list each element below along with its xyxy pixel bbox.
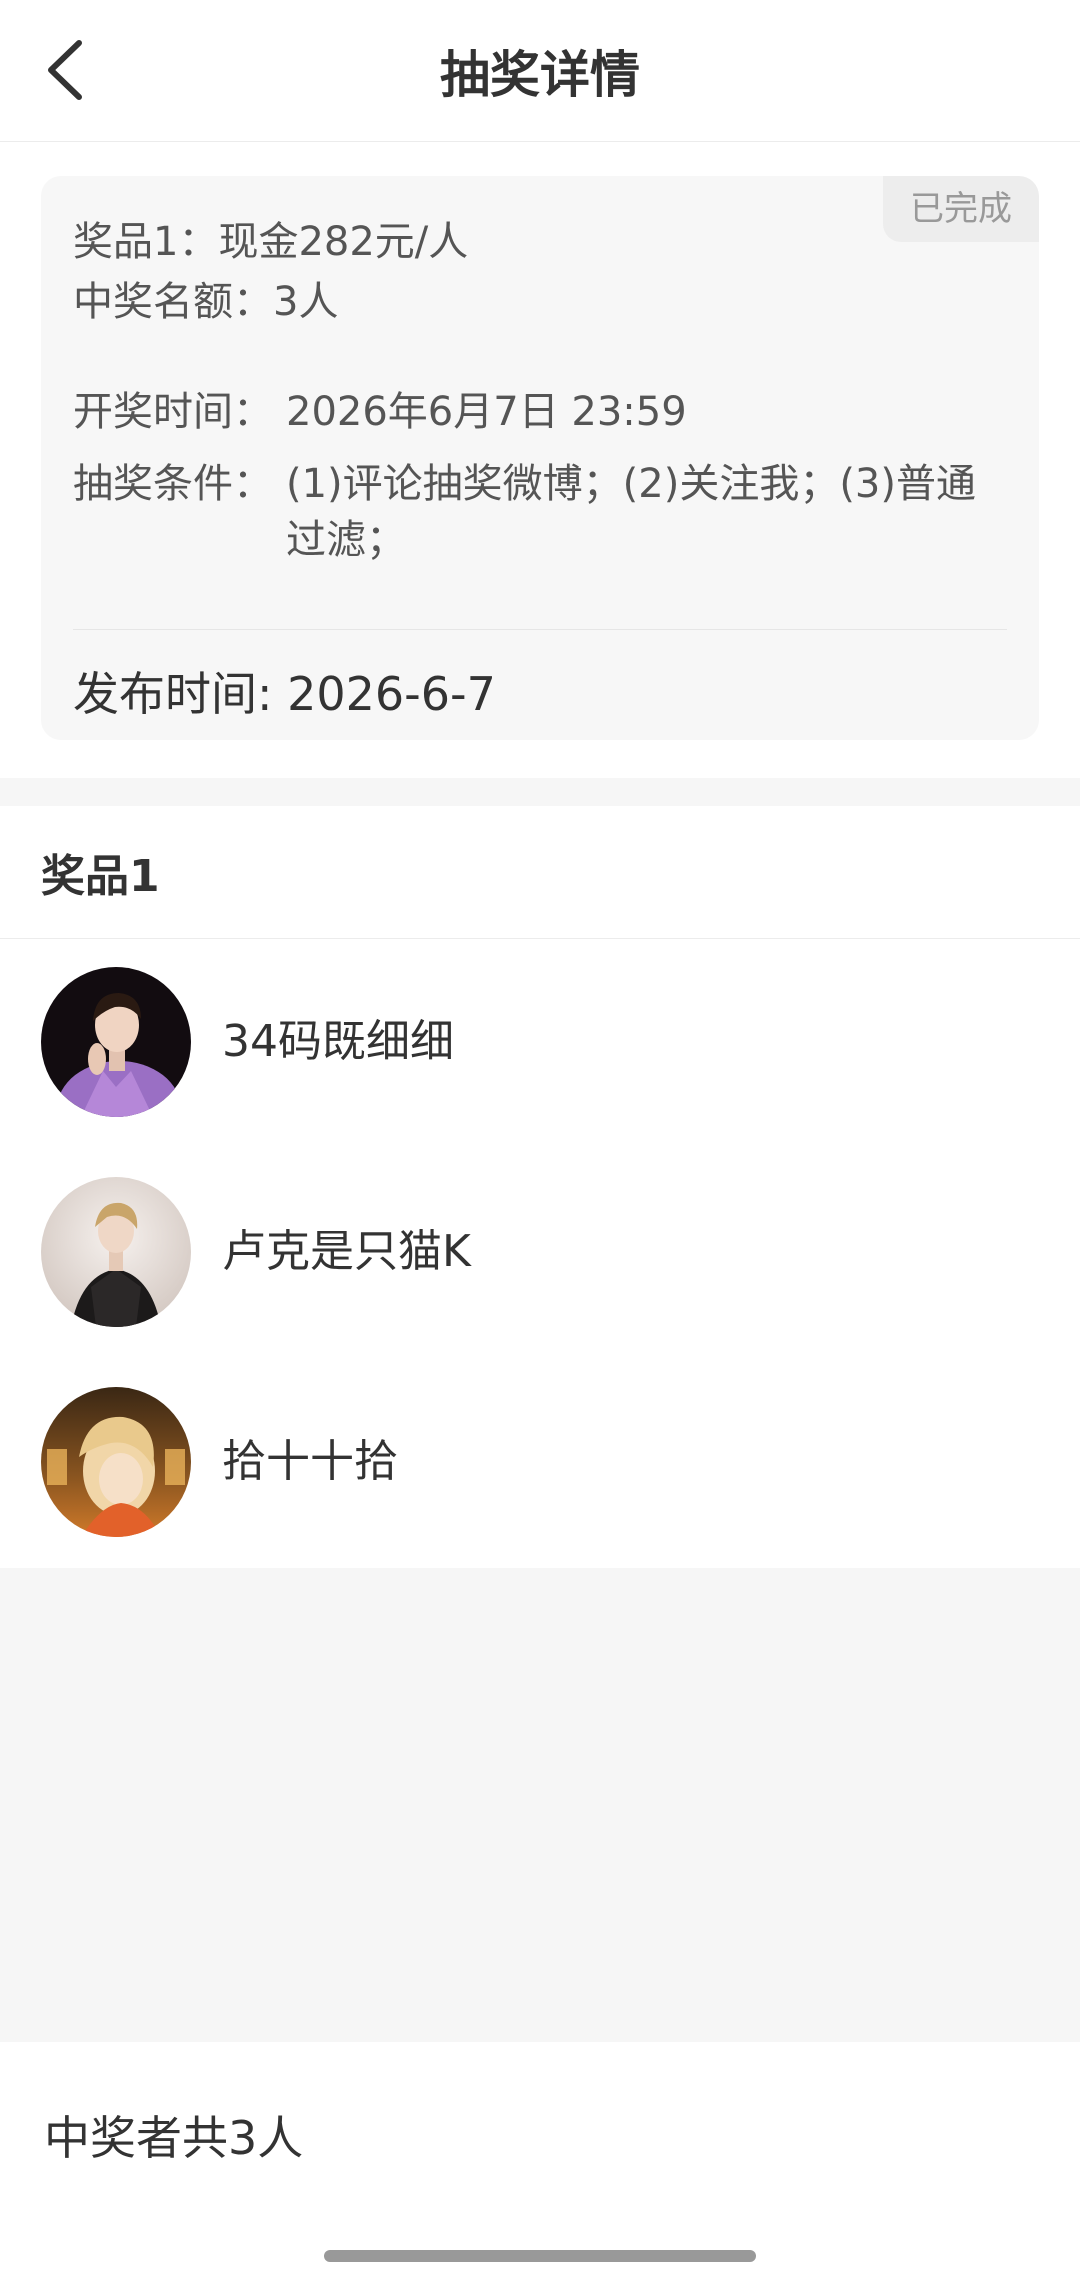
- draw-time-value: 2026年6月7日 23:59: [286, 389, 687, 435]
- winner-row[interactable]: 卢克是只猫K: [0, 1162, 1080, 1342]
- prize-section-title: 奖品1: [41, 851, 160, 902]
- publish-time: 发布时间: 2026-6-7: [73, 667, 496, 721]
- footer-bar: 中奖者共3人: [0, 2042, 1080, 2282]
- prize-winners-section: 奖品1 34码既细细 卢克是只猫K 拾十十拾: [0, 806, 1080, 1568]
- prize-line: 奖品1：现金282元/人: [73, 219, 469, 265]
- section-divider: [0, 938, 1080, 939]
- page-title: 抽奖详情: [440, 46, 640, 104]
- top-nav-bar: 抽奖详情: [0, 0, 1080, 142]
- winner-count-line: 中奖名额：3人: [73, 279, 339, 325]
- avatar[interactable]: [41, 967, 191, 1117]
- winner-row[interactable]: 34码既细细: [0, 952, 1080, 1132]
- winner-name: 卢克是只猫K: [222, 1226, 471, 1277]
- conditions-value: (1)评论抽奖微博；(2)关注我；(3)普通过滤；: [286, 461, 976, 563]
- avatar[interactable]: [41, 1387, 191, 1537]
- lottery-info-card: 已完成 奖品1：现金282元/人 中奖名额：3人 开奖时间： 2026年6月7日 …: [41, 176, 1039, 740]
- winner-row[interactable]: 拾十十拾: [0, 1372, 1080, 1552]
- lottery-detail-page: 抽奖详情 已完成 奖品1：现金282元/人 中奖名额：3人 开奖时间： 2026年…: [0, 0, 1080, 2282]
- winner-name: 34码既细细: [222, 1016, 454, 1067]
- conditions-label: 抽奖条件：: [73, 461, 273, 507]
- status-badge: 已完成: [883, 176, 1039, 242]
- draw-time-row: 开奖时间： 2026年6月7日 23:59: [73, 384, 687, 440]
- draw-time-label: 开奖时间：: [73, 389, 273, 435]
- card-divider: [73, 629, 1007, 630]
- winner-name: 拾十十拾: [222, 1436, 398, 1487]
- avatar[interactable]: [41, 1177, 191, 1327]
- winner-total-label: 中奖者共3人: [44, 2111, 304, 2165]
- lottery-info-section: 已完成 奖品1：现金282元/人 中奖名额：3人 开奖时间： 2026年6月7日 …: [0, 142, 1080, 778]
- home-indicator[interactable]: [324, 2250, 756, 2262]
